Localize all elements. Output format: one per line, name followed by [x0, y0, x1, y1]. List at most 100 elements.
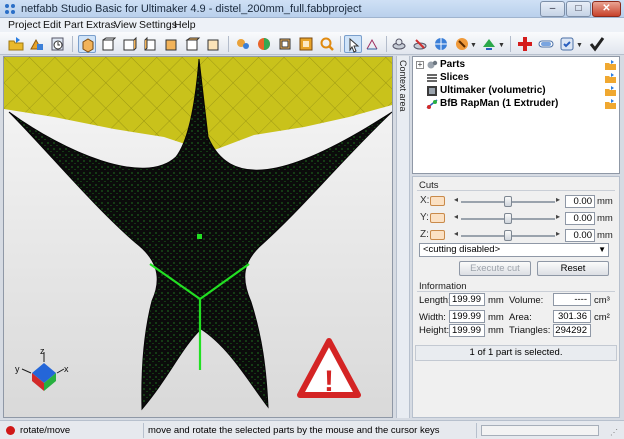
arrow-right-icon[interactable]: ▸: [556, 212, 560, 221]
window-title: netfabb Studio Basic for Ultimaker 4.9 -…: [21, 3, 362, 15]
support-icon[interactable]: [453, 35, 471, 53]
cut-z-slider[interactable]: ◂ ▸: [453, 229, 563, 241]
status-bar: rotate/move move and rotate the selected…: [0, 420, 624, 439]
maximize-button[interactable]: □: [566, 1, 591, 17]
cut-y-slider[interactable]: ◂ ▸: [453, 212, 563, 224]
view-left-icon[interactable]: [141, 35, 159, 53]
menu-project[interactable]: Project: [8, 19, 41, 31]
printer-icon: [427, 86, 437, 96]
axis-label-x: x: [64, 364, 69, 374]
axis-indicator: [21, 352, 65, 391]
measure-icon[interactable]: [390, 35, 408, 53]
tree-item-bfb-rapman[interactable]: BfB RapMan (1 Extruder): [413, 98, 619, 111]
cut-icon[interactable]: [411, 35, 429, 53]
axis-label-y: y: [15, 364, 20, 374]
context-area-label: Context area: [398, 60, 408, 112]
cut-x-slider[interactable]: ◂ ▸: [453, 195, 563, 207]
arrow-right-icon[interactable]: ▸: [556, 195, 560, 204]
zoom-selection-icon[interactable]: [297, 35, 315, 53]
menu-extras[interactable]: Extras: [86, 19, 116, 31]
slices-icon: [427, 74, 437, 82]
view-front-icon[interactable]: [99, 35, 117, 53]
volume-value: ----: [553, 293, 591, 306]
tree-item-slices[interactable]: Slices: [413, 72, 619, 85]
select-arrow-icon[interactable]: [344, 35, 362, 53]
arrow-left-icon[interactable]: ◂: [454, 212, 458, 221]
menu-part[interactable]: Part: [64, 19, 83, 31]
view-top-icon[interactable]: [183, 35, 201, 53]
main-toolbar: ▼ ▼ ▼: [0, 32, 624, 55]
volume-unit: cm³: [594, 295, 610, 306]
height-unit: mm: [488, 325, 504, 336]
apply-check-icon[interactable]: [588, 35, 606, 53]
extruder-icon: [426, 99, 438, 109]
tree-label-parts: Parts: [440, 59, 466, 70]
view-right-icon[interactable]: [162, 35, 180, 53]
cut-x-input[interactable]: 0.00: [565, 195, 595, 208]
view-back-icon[interactable]: [120, 35, 138, 53]
tree-item-parts[interactable]: + Parts: [413, 59, 619, 72]
add-part-icon[interactable]: [28, 35, 46, 53]
add-red-cross-icon[interactable]: [516, 35, 534, 53]
toggle-icon[interactable]: [537, 35, 555, 53]
selection-status: 1 of 1 part is selected.: [415, 345, 617, 361]
tree-label-bfb-rapman: BfB RapMan (1 Extruder): [440, 98, 559, 109]
length-label: Length:: [419, 295, 451, 306]
slider-thumb[interactable]: [504, 213, 512, 224]
history-icon[interactable]: [49, 35, 67, 53]
record-dot-icon: [6, 426, 15, 435]
arrow-right-icon[interactable]: ▸: [556, 229, 560, 238]
resize-grip-icon[interactable]: ⋰: [610, 428, 618, 437]
menu-help[interactable]: Help: [174, 19, 196, 31]
zoom-icon[interactable]: [318, 35, 336, 53]
view-3d-icon[interactable]: [78, 35, 96, 53]
viewport-canvas[interactable]: y z x !: [4, 57, 392, 417]
open-folder-icon[interactable]: [605, 73, 616, 83]
cut-y-unit: mm: [597, 213, 613, 224]
3d-viewport[interactable]: y z x !: [3, 56, 393, 418]
cut-y-color-button[interactable]: [430, 213, 445, 223]
axis-label-z: z: [40, 346, 45, 356]
view-bottom-icon[interactable]: [204, 35, 222, 53]
repair-cube-icon[interactable]: [480, 35, 498, 53]
slider-thumb[interactable]: [504, 196, 512, 207]
reset-button[interactable]: Reset: [537, 261, 609, 276]
toolbar-separator: [340, 36, 341, 52]
height-label: Height:: [419, 325, 450, 336]
settings-dropdown-icon[interactable]: [558, 35, 576, 53]
rotate-icon[interactable]: [363, 35, 381, 53]
menu-edit[interactable]: Edit: [43, 19, 61, 31]
expand-icon[interactable]: +: [416, 61, 424, 69]
context-area-tab[interactable]: Context area: [396, 56, 410, 418]
open-project-icon[interactable]: [7, 35, 25, 53]
area-value: 301.36: [553, 310, 591, 323]
arrow-left-icon[interactable]: ◂: [454, 195, 458, 204]
minimize-button[interactable]: –: [540, 1, 565, 17]
menu-view[interactable]: View: [114, 19, 137, 31]
cut-y-input[interactable]: 0.00: [565, 212, 595, 225]
chevron-down-icon[interactable]: ▼: [470, 42, 477, 49]
cut-z-input[interactable]: 0.00: [565, 229, 595, 242]
toolbar-separator: [386, 36, 387, 52]
colors-icon[interactable]: [255, 35, 273, 53]
tree-item-ultimaker[interactable]: Ultimaker (volumetric): [413, 85, 619, 98]
cut-x-color-button[interactable]: [430, 196, 445, 206]
menu-bar: Project Edit Part Extras View Settings H…: [0, 18, 624, 32]
repair-icon[interactable]: [234, 35, 252, 53]
cut-z-color-button[interactable]: [430, 230, 445, 240]
part-center-marker: [197, 234, 202, 239]
chevron-down-icon[interactable]: ▼: [498, 42, 505, 49]
cut-x-label: X:: [420, 195, 430, 206]
arrow-left-icon[interactable]: ◂: [454, 229, 458, 238]
close-button[interactable]: ✕: [592, 1, 621, 17]
open-folder-icon[interactable]: [605, 86, 616, 96]
execute-cut-button[interactable]: Execute cut: [459, 261, 531, 276]
slider-thumb[interactable]: [504, 230, 512, 241]
open-folder-icon[interactable]: [605, 99, 616, 109]
zoom-fit-icon[interactable]: [276, 35, 294, 53]
cutting-mode-select[interactable]: <cutting disabled> ▼: [419, 243, 609, 257]
analysis-icon[interactable]: [432, 35, 450, 53]
menu-settings[interactable]: Settings: [139, 19, 177, 31]
chevron-down-icon[interactable]: ▼: [576, 42, 583, 49]
open-folder-icon[interactable]: [605, 60, 616, 70]
